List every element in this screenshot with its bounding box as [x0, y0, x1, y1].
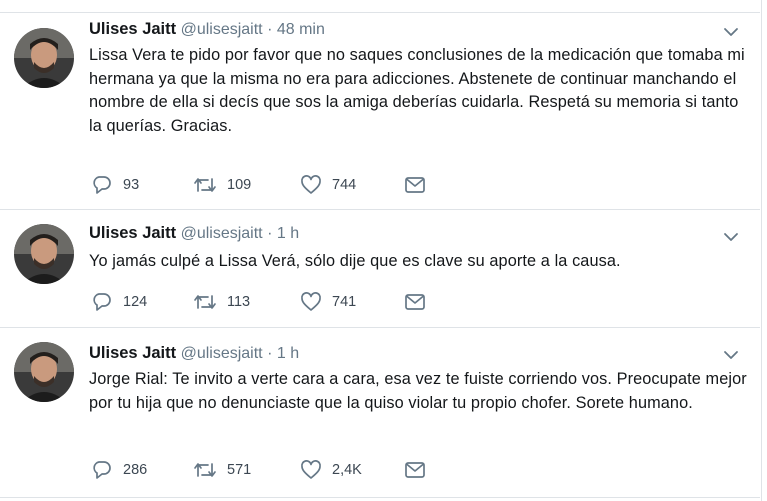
like-count: 2,4K	[332, 462, 362, 478]
chevron-down-icon[interactable]	[722, 348, 740, 362]
heart-icon	[301, 292, 321, 311]
tweet-header: Ulises Jaitt @ulisesjaitt · 48 min	[89, 19, 325, 40]
previous-tweet-edge	[0, 0, 760, 13]
heart-icon	[301, 460, 321, 479]
tweet-card[interactable]: Ulises Jaitt @ulisesjaitt · 1 h Jorge Ri…	[0, 328, 760, 498]
tweet-actions: 93 109 744	[91, 173, 451, 197]
reply-icon	[93, 461, 111, 479]
tweet-timeline: Ulises Jaitt @ulisesjaitt · 48 min Lissa…	[0, 0, 767, 501]
tweet-time[interactable]: 48 min	[277, 21, 325, 38]
retweet-icon	[194, 295, 216, 309]
retweet-count: 109	[227, 177, 252, 193]
direct-message-icon	[405, 177, 425, 193]
like-button[interactable]: 744	[300, 173, 356, 197]
retweet-count: 113	[227, 294, 251, 310]
chevron-down-icon[interactable]	[722, 25, 740, 39]
reply-button[interactable]: 124	[91, 290, 147, 314]
chevron-down-icon[interactable]	[722, 230, 740, 244]
tweet-card[interactable]: Ulises Jaitt @ulisesjaitt · 48 min Lissa…	[0, 13, 760, 210]
avatar[interactable]	[14, 224, 74, 284]
avatar[interactable]	[14, 28, 74, 88]
reply-button[interactable]: 286	[91, 458, 147, 482]
display-name[interactable]: Ulises Jaitt	[89, 20, 176, 38]
direct-message-button[interactable]	[404, 458, 426, 482]
direct-message-icon	[405, 294, 425, 310]
timeline-border	[761, 0, 762, 501]
retweet-icon	[194, 178, 216, 192]
like-button[interactable]: 741	[300, 290, 356, 314]
display-name[interactable]: Ulises Jaitt	[89, 344, 176, 362]
user-handle[interactable]: @ulisesjaitt	[181, 345, 263, 362]
tweet-text: Yo jamás culpé a Lissa Verá, sólo dije q…	[89, 252, 621, 270]
retweet-button[interactable]: 109	[193, 173, 251, 197]
like-button[interactable]: 2,4K	[300, 458, 362, 482]
display-name[interactable]: Ulises Jaitt	[89, 224, 176, 242]
tweet-time[interactable]: 1 h	[277, 345, 299, 362]
direct-message-button[interactable]	[404, 290, 426, 314]
user-handle[interactable]: @ulisesjaitt	[181, 21, 263, 38]
like-count: 741	[332, 294, 357, 310]
separator: ·	[267, 225, 273, 242]
retweet-icon	[194, 463, 216, 477]
reply-icon	[93, 293, 111, 311]
heart-icon	[301, 175, 321, 194]
reply-icon	[93, 176, 111, 194]
user-handle[interactable]: @ulisesjaitt	[181, 225, 263, 242]
retweet-count: 571	[227, 462, 252, 478]
tweet-text: Jorge Rial: Te invito a verte cara a car…	[89, 370, 747, 412]
reply-count: 93	[123, 177, 140, 193]
retweet-button[interactable]: 113	[193, 290, 250, 314]
direct-message-icon	[405, 462, 425, 478]
like-count: 744	[332, 177, 357, 193]
tweet-actions: 286 571 2,4K	[91, 458, 451, 482]
tweet-header: Ulises Jaitt @ulisesjaitt · 1 h	[89, 223, 299, 244]
retweet-button[interactable]: 571	[193, 458, 251, 482]
direct-message-button[interactable]	[404, 173, 426, 197]
tweet-header: Ulises Jaitt @ulisesjaitt · 1 h	[89, 343, 299, 364]
reply-button[interactable]: 93	[91, 173, 139, 197]
tweet-actions: 124 113 741	[91, 290, 451, 314]
tweet-text: Lissa Vera te pido por favor que no saqu…	[89, 46, 745, 135]
avatar[interactable]	[14, 342, 74, 402]
reply-count: 286	[123, 462, 148, 478]
tweet-card[interactable]: Ulises Jaitt @ulisesjaitt · 1 h Yo jamás…	[0, 210, 760, 328]
reply-count: 124	[123, 294, 148, 310]
tweet-time[interactable]: 1 h	[277, 225, 299, 242]
separator: ·	[267, 21, 273, 38]
separator: ·	[267, 345, 273, 362]
